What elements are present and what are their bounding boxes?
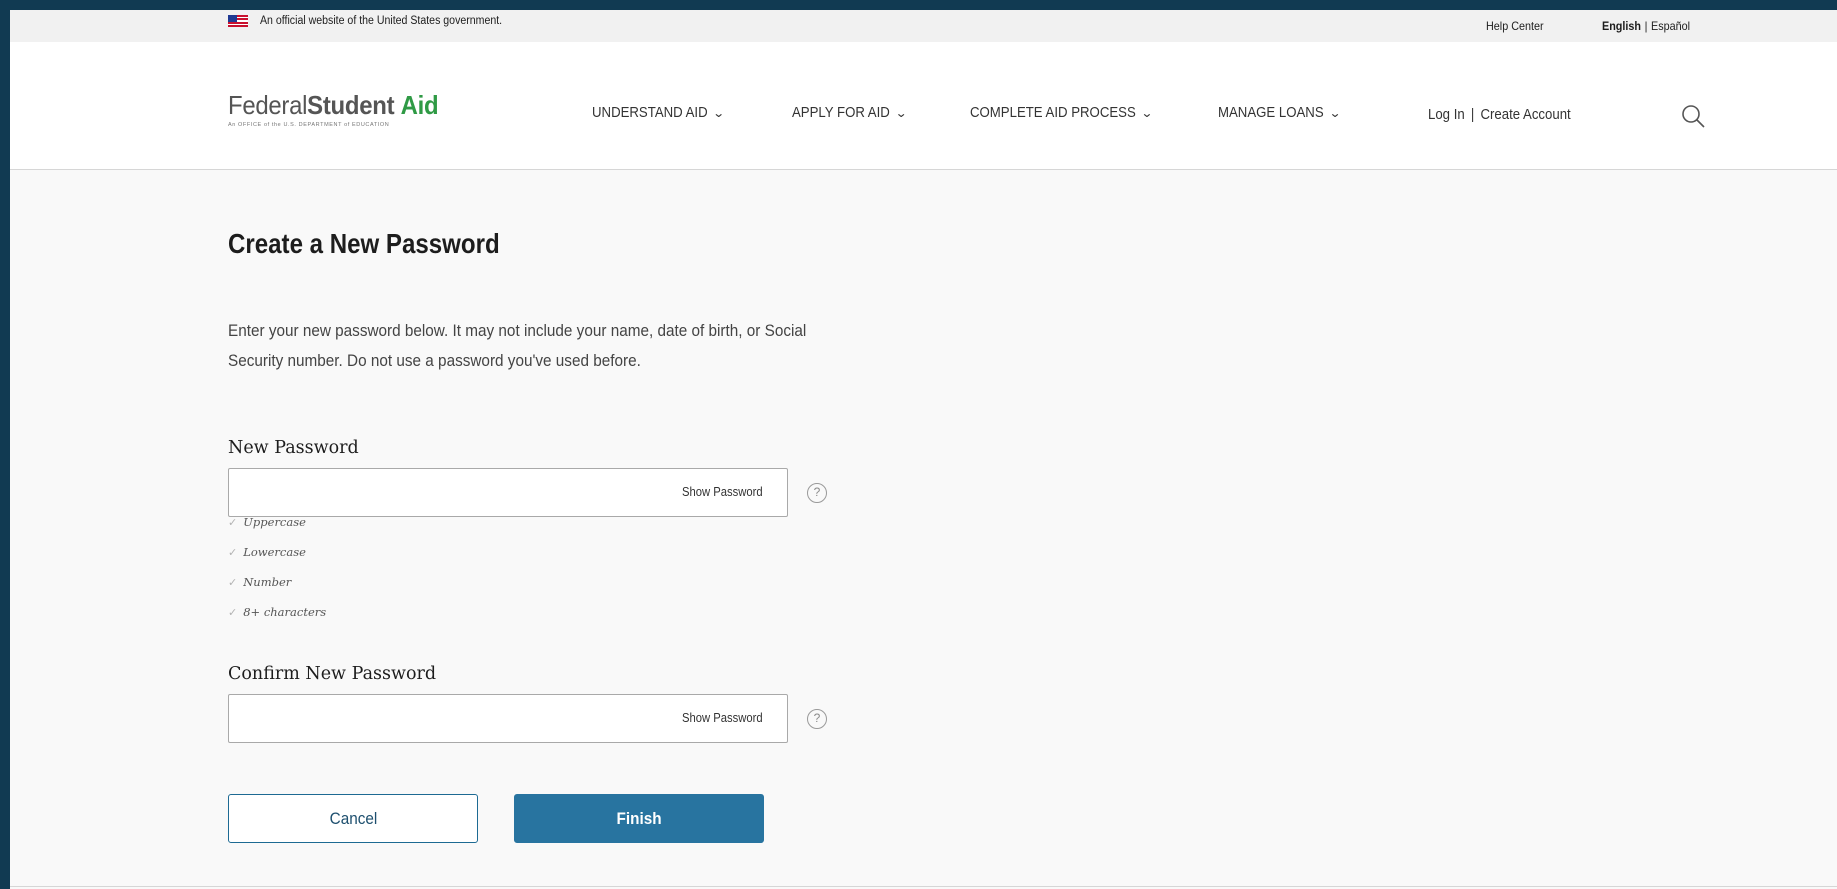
check-icon: ✓ (228, 606, 238, 619)
chevron-down-icon: ⌄ (1328, 106, 1342, 120)
cancel-button-label: Cancel (329, 809, 377, 828)
confirm-password-input[interactable] (229, 695, 659, 742)
new-password-label: New Password (228, 438, 359, 458)
nav-label: MANAGE LOANS (1218, 104, 1324, 121)
fsa-logo[interactable]: FederalStudent Aid An OFFICE of the U.S.… (228, 90, 457, 128)
help-icon[interactable]: ? (807, 709, 827, 729)
confirm-password-label: Confirm New Password (228, 664, 437, 684)
requirement-label: Number (243, 575, 292, 589)
new-password-input[interactable] (229, 469, 659, 516)
logo-student: Student (307, 90, 395, 120)
requirement-item: ✓ Number (228, 574, 326, 604)
chevron-down-icon: ⌄ (712, 106, 726, 120)
confirm-password-field-wrapper: Show Password (228, 694, 788, 743)
lang-english-link[interactable]: English (1602, 19, 1641, 33)
site-header: FederalStudent Aid An OFFICE of the U.S.… (10, 42, 1837, 170)
account-separator: | (1470, 106, 1475, 123)
show-new-password-toggle[interactable]: Show Password (682, 485, 763, 499)
nav-label: COMPLETE AID PROCESS (970, 104, 1136, 121)
official-website-text[interactable]: An official website of the United States… (260, 15, 502, 27)
check-icon: ✓ (228, 546, 238, 559)
nav-apply-for-aid[interactable]: APPLY FOR AID ⌄ (792, 104, 908, 121)
login-link[interactable]: Log In (1428, 106, 1465, 123)
requirement-item: ✓ 8+ characters (228, 604, 326, 634)
requirement-label: Lowercase (243, 545, 306, 559)
chevron-down-icon: ⌄ (895, 106, 908, 120)
logo-aid: Aid (400, 90, 439, 120)
page-title: Create a New Password (228, 228, 500, 259)
account-links: Log In | Create Account (1428, 106, 1571, 123)
help-icon[interactable]: ? (807, 483, 827, 503)
nav-complete-aid-process[interactable]: COMPLETE AID PROCESS ⌄ (970, 104, 1154, 121)
language-switcher: English | Español (1602, 19, 1690, 33)
check-icon: ✓ (228, 576, 238, 589)
gov-banner: An official website of the United States… (10, 10, 1837, 42)
show-confirm-password-toggle[interactable]: Show Password (682, 711, 763, 725)
requirement-label: 8+ characters (243, 605, 327, 619)
nav-label: UNDERSTAND AID (592, 104, 708, 121)
us-flag-icon (228, 15, 248, 28)
logo-wordmark: FederalStudent Aid (228, 90, 439, 121)
lang-separator: | (1644, 19, 1648, 33)
search-icon[interactable] (1680, 103, 1706, 129)
check-icon: ✓ (228, 516, 238, 529)
help-center-link[interactable]: Help Center (1486, 19, 1544, 33)
requirement-item: ✓ Lowercase (228, 544, 326, 574)
nav-manage-loans[interactable]: MANAGE LOANS ⌄ (1218, 104, 1342, 121)
finish-button-label: Finish (616, 809, 662, 828)
password-requirements: ✓ Uppercase ✓ Lowercase ✓ Number ✓ 8+ charac… (228, 514, 326, 634)
chevron-down-icon: ⌄ (1141, 106, 1154, 120)
intro-text: Enter your new password below. It may no… (228, 321, 807, 370)
new-password-field-wrapper: Show Password (228, 468, 788, 517)
finish-button[interactable]: Finish (514, 794, 764, 843)
logo-subtitle: An OFFICE of the U.S. DEPARTMENT of EDUC… (228, 122, 390, 128)
logo-federal: Federal (228, 90, 308, 120)
cancel-button[interactable]: Cancel (228, 794, 478, 843)
footer-divider (10, 886, 1837, 887)
create-account-link[interactable]: Create Account (1480, 106, 1570, 123)
lang-spanish-link[interactable]: Español (1651, 19, 1690, 33)
page-frame: An official website of the United States… (10, 10, 1837, 889)
requirement-label: Uppercase (243, 515, 306, 529)
nav-label: APPLY FOR AID (792, 104, 890, 121)
nav-understand-aid[interactable]: UNDERSTAND AID ⌄ (592, 104, 726, 121)
requirement-item: ✓ Uppercase (228, 514, 326, 544)
